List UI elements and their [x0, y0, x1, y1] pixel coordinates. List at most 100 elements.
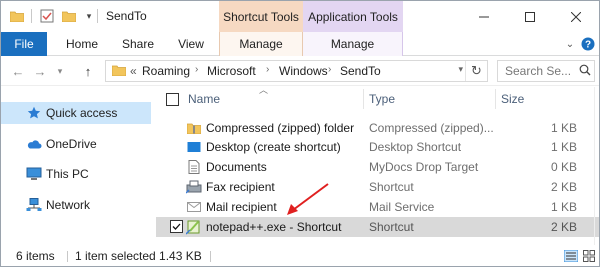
sort-ascending-icon: ︿ [259, 85, 269, 95]
file-row-selected[interactable]: notepad++.exe - Shortcut Shortcut 2 KB [156, 217, 599, 237]
tab-manage-application[interactable]: Manage [303, 32, 403, 56]
breadcrumb-roaming[interactable]: Roaming [142, 64, 190, 78]
nav-item-network[interactable]: Network [1, 194, 151, 216]
help-icon: ? [581, 37, 595, 51]
navigation-pane: Quick access OneDrive This PC Network [1, 87, 151, 245]
ribbon-tab-bar: File Home Share View Manage Manage ⌄ ? [1, 32, 599, 56]
tab-view[interactable]: View [169, 32, 213, 56]
folder-icon [9, 8, 25, 24]
breadcrumb-sendto[interactable]: SendTo [340, 64, 381, 78]
file-row[interactable]: Compressed (zipped) folder Compressed (z… [156, 118, 599, 138]
breadcrumb-separator-icon[interactable]: › [195, 64, 198, 75]
file-name: Fax recipient [206, 180, 275, 194]
nav-item-onedrive[interactable]: OneDrive [1, 133, 151, 155]
address-bar[interactable]: « Roaming › Microsoft › Windows › SendTo… [105, 60, 488, 82]
new-folder-icon[interactable] [61, 8, 77, 24]
arrow-right-icon: → [33, 63, 47, 79]
zip-folder-icon [186, 120, 202, 136]
tab-manage-shortcut[interactable]: Manage [219, 32, 303, 56]
breadcrumb-windows[interactable]: Windows [279, 64, 328, 78]
breadcrumb-overflow[interactable]: « [130, 64, 137, 78]
chevron-down-icon: ⌄ [565, 38, 575, 50]
search-placeholder: Search Se... [505, 64, 572, 78]
nav-item-label: This PC [46, 167, 89, 181]
svg-text:?: ? [585, 40, 591, 51]
select-all-checkbox[interactable] [166, 93, 179, 106]
column-header-type[interactable]: Type [369, 92, 395, 106]
file-row[interactable]: Desktop (create shortcut) Desktop Shortc… [156, 137, 599, 157]
maximize-button[interactable] [507, 1, 553, 32]
notepad-plus-plus-icon [186, 219, 202, 235]
maximize-icon [525, 11, 535, 22]
nav-item-this-pc[interactable]: This PC [1, 163, 151, 185]
navigation-bar: ← → ▾ ↑ « Roaming › Microsoft › Windows … [1, 56, 599, 86]
search-input[interactable]: Search Se... [497, 60, 595, 82]
status-divider [210, 251, 211, 262]
fax-icon [186, 179, 202, 195]
file-type: MyDocs Drop Target [369, 160, 479, 174]
properties-icon[interactable] [39, 8, 55, 24]
tab-home[interactable]: Home [59, 32, 105, 56]
refresh-button[interactable]: ↻ [465, 61, 487, 81]
cloud-icon [26, 136, 42, 152]
file-explorer-window: ▾ SendTo Shortcut Tools Application Tool… [0, 0, 600, 267]
breadcrumb-separator-icon[interactable]: › [266, 64, 269, 75]
close-button[interactable] [553, 1, 599, 32]
column-header-name[interactable]: Name [188, 92, 220, 106]
large-icons-view-button[interactable] [581, 248, 597, 264]
tab-share[interactable]: Share [115, 32, 161, 56]
recent-locations-button[interactable]: ▾ [53, 62, 67, 80]
row-checkbox[interactable] [170, 220, 183, 233]
star-icon [26, 105, 42, 121]
network-icon [26, 197, 42, 213]
arrow-up-icon: ↑ [84, 63, 92, 79]
customize-toolbar-icon[interactable]: ▾ [83, 8, 95, 24]
up-button[interactable]: ↑ [79, 62, 97, 80]
address-history-icon[interactable]: ▾ [458, 64, 463, 75]
mail-icon [186, 199, 202, 215]
computer-icon [26, 166, 42, 182]
forward-button[interactable]: → [31, 62, 49, 80]
column-divider[interactable] [495, 89, 496, 109]
help-button[interactable]: ? [579, 32, 597, 56]
nav-item-label: Quick access [46, 106, 118, 120]
file-type: Mail Service [369, 200, 435, 214]
details-view-button[interactable] [563, 248, 579, 264]
tab-file[interactable]: File [1, 32, 47, 56]
check-icon [172, 223, 181, 230]
details-view-icon [564, 250, 578, 262]
breadcrumb-microsoft[interactable]: Microsoft [207, 64, 256, 78]
close-icon [571, 11, 581, 22]
title-divider [97, 9, 98, 23]
file-row[interactable]: Mail recipient Mail Service 1 KB [156, 197, 599, 217]
search-icon [579, 64, 591, 79]
file-name: Mail recipient [206, 200, 277, 214]
file-size: 0 KB [550, 160, 577, 174]
nav-item-quick-access[interactable]: Quick access [1, 102, 151, 124]
documents-icon [186, 159, 202, 175]
file-size: 1 KB [550, 140, 577, 154]
shortcut-tools-header: Shortcut Tools [219, 1, 303, 32]
minimize-button[interactable] [461, 1, 507, 32]
file-list: ︿ Name Type Size Compressed (zipped) fol… [156, 85, 599, 245]
back-button[interactable]: ← [9, 62, 27, 80]
column-header-row: ︿ Name Type Size [156, 85, 599, 111]
desktop-icon [186, 139, 202, 155]
file-row[interactable]: Documents MyDocs Drop Target 0 KB [156, 157, 599, 177]
breadcrumb-separator-icon[interactable]: › [328, 64, 331, 75]
file-row[interactable]: Fax recipient Shortcut 2 KB [156, 177, 599, 197]
status-divider [67, 251, 68, 262]
column-header-size[interactable]: Size [501, 92, 524, 106]
large-icons-view-icon [583, 250, 595, 262]
status-bar: 6 items 1 item selected 1.43 KB [1, 245, 599, 266]
file-type: Desktop Shortcut [369, 140, 462, 154]
selection-info: 1 item selected 1.43 KB [75, 249, 202, 263]
file-size: 1 KB [550, 200, 577, 214]
file-size: 2 KB [550, 180, 577, 194]
file-size: 1 KB [550, 121, 577, 135]
scrollbar-track[interactable] [594, 87, 595, 245]
file-name: Documents [206, 160, 267, 174]
nav-item-label: Network [46, 198, 91, 212]
column-divider[interactable] [363, 89, 364, 109]
expand-ribbon-button[interactable]: ⌄ [561, 32, 579, 56]
